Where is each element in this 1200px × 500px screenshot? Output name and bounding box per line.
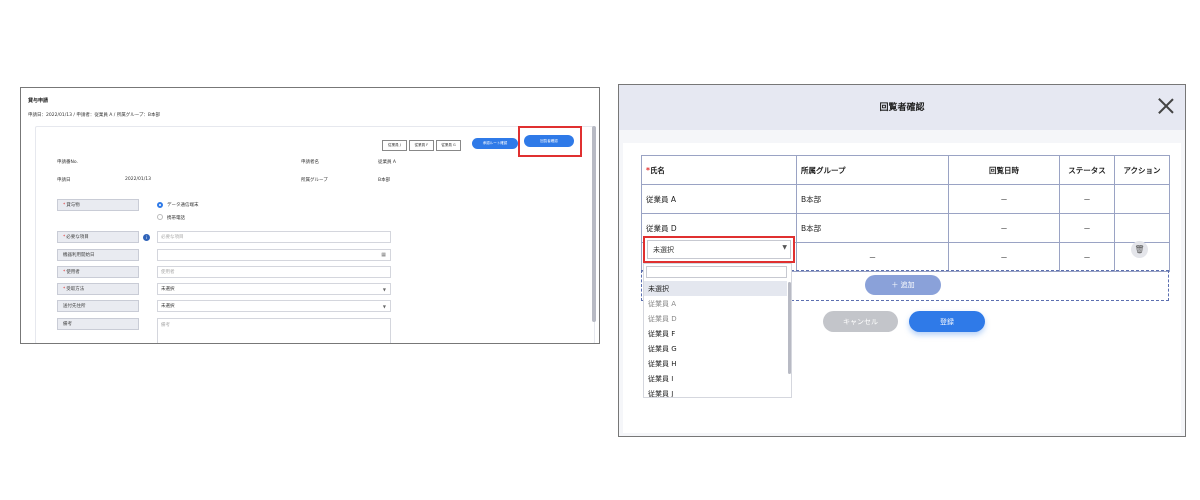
- col-date: 回覧日時: [948, 155, 1060, 185]
- cell-action: [1114, 213, 1170, 243]
- dropdown-option[interactable]: 従業員 G: [644, 341, 787, 356]
- application-subinfo: 申請日：2022/01/13 / 申請者：従業員 A / 所属グループ：B本部: [28, 113, 161, 118]
- add-button[interactable]: ＋ 追加: [865, 275, 941, 295]
- approver-chip-j[interactable]: 従業員 J: [382, 140, 407, 151]
- user-input[interactable]: 使用者: [157, 266, 391, 278]
- dialog-body: *氏名 所属グループ 回覧日時 ステータス アクション 従業員 A B本部 － …: [623, 143, 1181, 433]
- start-date-label: 機器利用開始日: [57, 249, 139, 261]
- required-item-input[interactable]: 必要な項目: [157, 231, 391, 243]
- dropdown-option[interactable]: 従業員 A: [644, 296, 787, 311]
- dropdown-option[interactable]: 従業員 H: [644, 356, 787, 371]
- col-name: *氏名: [641, 155, 797, 185]
- applicant-name-value: 従業員 A: [378, 160, 397, 165]
- radio-data-terminal-label: データ通信端末: [167, 203, 199, 208]
- dropdown-option[interactable]: 従業員 D: [644, 311, 787, 326]
- radio-mobile-phone[interactable]: [157, 214, 163, 220]
- cell-date: －: [948, 184, 1060, 214]
- trash-icon[interactable]: 🗑: [1131, 241, 1148, 258]
- receipt-method-select[interactable]: 未選択 ▼: [157, 283, 391, 295]
- chevron-down-icon[interactable]: ▼: [782, 244, 787, 251]
- chevron-down-icon: ▼: [382, 287, 386, 292]
- calendar-icon[interactable]: ▦: [381, 252, 386, 258]
- application-no-label: 申請番No.: [57, 160, 78, 165]
- reviewer-select-value[interactable]: 未選択: [647, 240, 791, 259]
- receipt-method-label: * 受取方法: [57, 283, 139, 295]
- page-title: 貸与申請: [28, 98, 49, 104]
- approver-chip-g[interactable]: 従業員 G: [436, 140, 461, 151]
- application-form-panel: 貸与申請 申請日：2022/01/13 / 申請者：従業員 A / 所属グループ…: [20, 87, 600, 344]
- dropdown-search-input[interactable]: [646, 266, 787, 278]
- approver-chip-f[interactable]: 従業員 F: [409, 140, 434, 151]
- dropdown-option[interactable]: 未選択: [644, 281, 787, 296]
- scrollbar[interactable]: [592, 126, 596, 322]
- dialog-title: 回覧者確認: [879, 103, 925, 113]
- cell-status: －: [1059, 213, 1115, 243]
- cell-group: B本部: [796, 213, 949, 243]
- cell-name: 従業員 A: [641, 184, 797, 214]
- dropdown-option[interactable]: 従業員 J: [644, 386, 787, 398]
- approval-route-button[interactable]: 承認ルート確認: [472, 138, 518, 149]
- col-status: ステータス: [1059, 155, 1115, 185]
- cell-action: [1114, 184, 1170, 214]
- cell-group: B本部: [796, 184, 949, 214]
- reviewer-dialog: 回覧者確認 *氏名 所属グループ 回覧日時 ステータス アクション 従業員 A …: [618, 84, 1186, 437]
- user-label: * 使用者: [57, 266, 139, 278]
- cell-group: －: [796, 242, 949, 272]
- radio-mobile-phone-label: 携帯電話: [167, 216, 185, 221]
- cell-status: －: [1059, 242, 1115, 272]
- dialog-header: 回覧者確認: [619, 85, 1185, 130]
- table-row: 従業員 A B本部 － －: [641, 184, 1170, 214]
- dropdown-option[interactable]: 従業員 I: [644, 371, 787, 386]
- register-button[interactable]: 登録: [909, 311, 985, 332]
- start-date-input[interactable]: ▦: [157, 249, 391, 261]
- info-icon[interactable]: i: [143, 234, 150, 241]
- cell-status: －: [1059, 184, 1115, 214]
- radio-data-terminal[interactable]: [157, 202, 163, 208]
- reviewer-dropdown: 未選択 従業員 A 従業員 D 従業員 F 従業員 G 従業員 H 従業員 I …: [643, 263, 792, 398]
- table-header-row: *氏名 所属グループ 回覧日時 ステータス アクション: [641, 155, 1170, 185]
- reviewer-confirm-button[interactable]: 回覧者確認: [524, 135, 574, 147]
- col-action: アクション: [1114, 155, 1170, 185]
- group-value: B本部: [378, 178, 391, 183]
- lend-item-label: * 貸与物: [57, 199, 139, 211]
- application-date-label: 申請日: [57, 178, 71, 183]
- cell-date: －: [948, 242, 1060, 272]
- required-item-label: * 必要な項目: [57, 231, 139, 243]
- dropdown-option[interactable]: 従業員 F: [644, 326, 787, 341]
- remarks-textarea[interactable]: 備考: [157, 318, 391, 343]
- shipping-address-select[interactable]: 未選択 ▼: [157, 300, 391, 312]
- shipping-address-label: 送付先住所: [57, 300, 139, 312]
- dropdown-scrollbar[interactable]: [788, 282, 791, 374]
- reviewer-select[interactable]: 未選択 ▼: [643, 236, 795, 263]
- cancel-button[interactable]: キャンセル: [823, 311, 898, 332]
- cell-date: －: [948, 213, 1060, 243]
- group-label: 所属グループ: [301, 178, 328, 183]
- col-group: 所属グループ: [796, 155, 949, 185]
- remarks-label: 備考: [57, 318, 139, 330]
- application-date-value: 2022/01/13: [125, 177, 151, 182]
- chevron-down-icon: ▼: [382, 304, 386, 309]
- applicant-name-label: 申請者名: [301, 160, 319, 165]
- close-icon[interactable]: [1155, 95, 1177, 117]
